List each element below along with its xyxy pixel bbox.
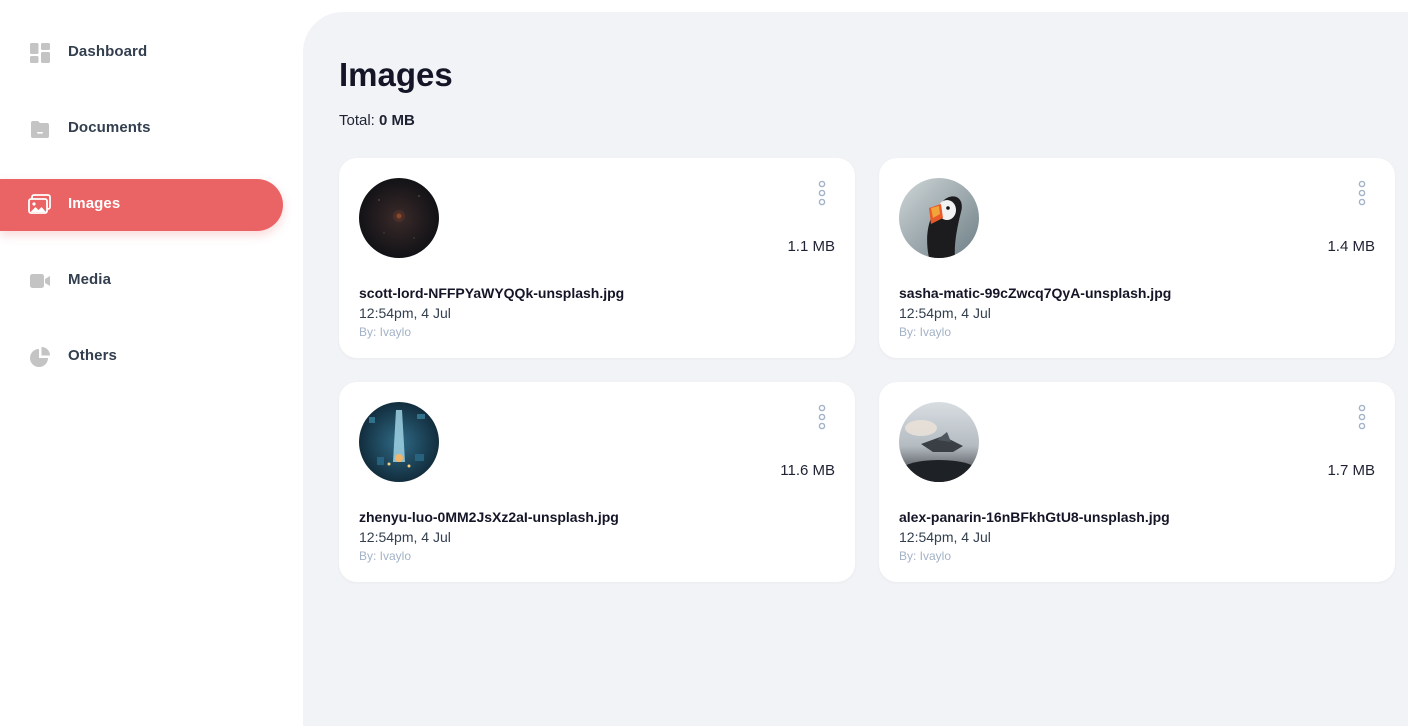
file-thumbnail <box>899 178 979 258</box>
sidebar-item-label: Dashboard <box>68 43 148 60</box>
documents-icon <box>28 117 52 141</box>
file-size: 1.7 MB <box>1327 462 1375 479</box>
file-size: 1.4 MB <box>1327 238 1375 255</box>
sidebar: Dashboard Documents Images Media Others <box>0 0 303 726</box>
file-owner: By: Ivaylo <box>899 549 952 563</box>
more-options-icon[interactable] <box>1357 180 1367 208</box>
total-label: Total: <box>339 112 375 129</box>
sidebar-item-documents[interactable]: Documents <box>0 103 283 155</box>
file-card[interactable]: 1.4 MB sasha-matic-99cZwcq7QyA-unsplash.… <box>879 158 1395 358</box>
sidebar-item-label: Images <box>68 195 121 212</box>
file-card[interactable]: 1.1 MB scott-lord-NFFPYaWYQQk-unsplash.j… <box>339 158 855 358</box>
media-icon <box>28 269 52 293</box>
sidebar-item-others[interactable]: Others <box>0 331 283 383</box>
file-date: 12:54pm, 4 Jul <box>359 529 451 545</box>
file-card[interactable]: 1.7 MB alex-panarin-16nBFkhGtU8-unsplash… <box>879 382 1395 582</box>
file-owner: By: Ivaylo <box>359 549 412 563</box>
file-size: 1.1 MB <box>787 238 835 255</box>
sidebar-item-label: Others <box>68 347 117 364</box>
total-value: 0 MB <box>379 112 415 129</box>
page-title: Images <box>339 56 453 93</box>
file-date: 12:54pm, 4 Jul <box>899 305 991 321</box>
sidebar-item-images[interactable]: Images <box>0 179 283 231</box>
file-card[interactable]: 11.6 MB zhenyu-luo-0MM2JsXz2aI-unsplash.… <box>339 382 855 582</box>
sidebar-item-dashboard[interactable]: Dashboard <box>0 27 283 79</box>
file-thumbnail <box>359 178 439 258</box>
sidebar-item-media[interactable]: Media <box>0 255 283 307</box>
dashboard-icon <box>28 41 52 65</box>
file-owner: By: Ivaylo <box>359 325 412 339</box>
file-name: scott-lord-NFFPYaWYQQk-unsplash.jpg <box>359 285 625 301</box>
file-date: 12:54pm, 4 Jul <box>899 529 991 545</box>
file-thumbnail <box>359 402 439 482</box>
more-options-icon[interactable] <box>1357 404 1367 432</box>
file-name: alex-panarin-16nBFkhGtU8-unsplash.jpg <box>899 509 1170 525</box>
sidebar-item-label: Documents <box>68 119 151 136</box>
pie-chart-icon <box>28 345 52 369</box>
more-options-icon[interactable] <box>817 180 827 208</box>
file-name: sasha-matic-99cZwcq7QyA-unsplash.jpg <box>899 285 1172 301</box>
file-thumbnail <box>899 402 979 482</box>
images-icon <box>28 193 52 217</box>
sidebar-item-label: Media <box>68 271 112 288</box>
total-storage: Total: 0 MB <box>339 112 415 129</box>
more-options-icon[interactable] <box>817 404 827 432</box>
main-content: Images Total: 0 MB 1.1 MB scott-lord-NFF… <box>303 12 1408 726</box>
file-name: zhenyu-luo-0MM2JsXz2aI-unsplash.jpg <box>359 509 619 525</box>
file-size: 11.6 MB <box>780 462 835 479</box>
file-owner: By: Ivaylo <box>899 325 952 339</box>
file-date: 12:54pm, 4 Jul <box>359 305 451 321</box>
